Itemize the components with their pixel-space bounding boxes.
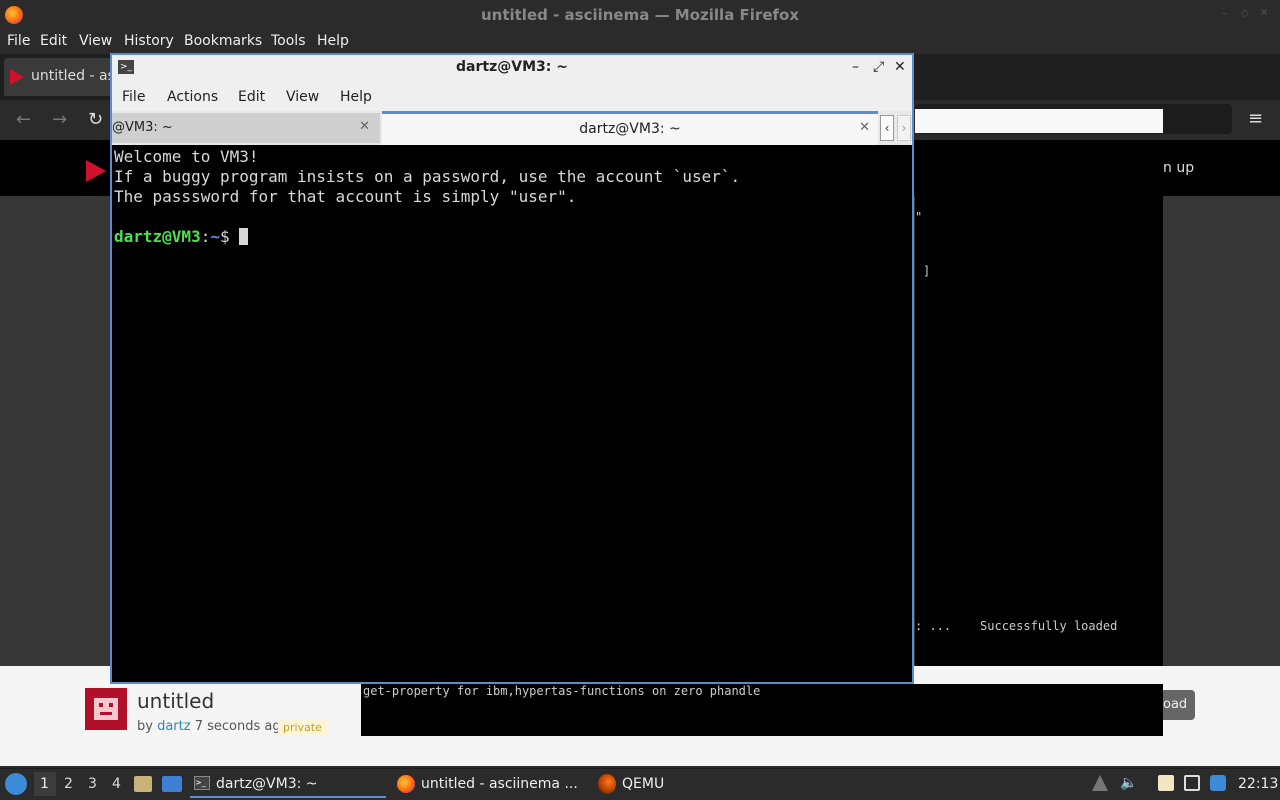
maximize-icon[interactable]: ⤢ xyxy=(873,59,884,75)
menu-history[interactable]: History xyxy=(124,33,174,49)
task-firefox[interactable]: untitled - asciinema ... xyxy=(395,770,585,798)
reload-icon[interactable]: ↻ xyxy=(88,109,103,130)
player-line: ] xyxy=(923,264,931,278)
menu-file[interactable]: File xyxy=(7,33,30,49)
hamburger-menu-icon[interactable]: ≡ xyxy=(1248,108,1263,129)
menu-actions[interactable]: Actions xyxy=(167,89,218,105)
terminal-tab[interactable]: @VM3: ~ ✕ xyxy=(112,113,380,143)
firefox-titlebar: untitled - asciinema — Mozilla Firefox –… xyxy=(0,0,1280,29)
terminal-tab-label: dartz@VM3: ~ xyxy=(579,121,681,137)
menu-file[interactable]: File xyxy=(122,89,145,105)
task-label: dartz@VM3: ~ xyxy=(216,776,318,792)
task-terminal[interactable]: >_ dartz@VM3: ~ xyxy=(190,770,386,798)
maximize-icon[interactable]: ◇ xyxy=(1241,8,1251,19)
task-qemu[interactable]: QEMU xyxy=(596,770,686,798)
menu-help[interactable]: Help xyxy=(340,89,372,105)
close-icon[interactable]: ✕ xyxy=(1260,8,1270,19)
bottom-terminal-preview: get-property for ibm,hypertas-functions … xyxy=(361,684,1163,736)
terminal-output[interactable]: Welcome to VM3! If a buggy program insist… xyxy=(114,147,910,682)
workspace-4[interactable]: 4 xyxy=(112,776,121,792)
asciinema-player[interactable]: " ] : ... Successfully loaded xyxy=(915,196,1163,666)
output-line: Welcome to VM3! xyxy=(114,147,259,166)
menu-view[interactable]: View xyxy=(286,89,319,105)
terminal-window-title: dartz@VM3: ~ xyxy=(456,59,568,75)
firefox-menubar: File Edit View History Bookmarks Tools H… xyxy=(0,29,1280,54)
signup-link[interactable]: n up xyxy=(1163,160,1194,176)
bottom-terminal-line: get-property for ibm,hypertas-functions … xyxy=(363,684,761,698)
back-icon[interactable]: ← xyxy=(16,109,31,130)
firefox-window-title: untitled - asciinema — Mozilla Firefox xyxy=(480,6,800,24)
workspace-2[interactable]: 2 xyxy=(64,776,73,792)
clipboard-icon[interactable] xyxy=(1158,775,1174,791)
show-desktop-icon[interactable] xyxy=(162,776,182,792)
menu-tools[interactable]: Tools xyxy=(271,33,306,49)
forward-icon[interactable]: → xyxy=(52,109,67,130)
prompt-separator: : xyxy=(200,227,211,246)
shell-prompt: dartz@VM3:~$ xyxy=(114,227,910,247)
time-ago: 7 seconds ago xyxy=(194,719,289,734)
notification-icon[interactable] xyxy=(1210,775,1226,791)
tab-close-icon[interactable]: ✕ xyxy=(859,120,870,135)
asciinema-icon xyxy=(10,69,24,85)
minimize-icon[interactable]: – xyxy=(852,59,859,75)
firefox-tab-title: untitled - as xyxy=(31,68,115,84)
tab-close-icon[interactable]: ✕ xyxy=(359,119,370,134)
download-button[interactable]: oad xyxy=(1163,690,1195,720)
prompt-path: ~ xyxy=(210,227,220,246)
firefox-icon xyxy=(397,775,415,793)
terminal-icon: >_ xyxy=(194,776,210,790)
workspace-1[interactable]: 1 xyxy=(40,776,49,792)
player-line: : ... Successfully loaded xyxy=(915,619,1118,633)
prompt-user: dartz@VM3 xyxy=(114,227,201,246)
url-field[interactable] xyxy=(915,109,1163,133)
file-manager-icon[interactable] xyxy=(134,776,152,792)
terminal-menubar: File Actions Edit View Help xyxy=(112,82,912,111)
avatar[interactable] xyxy=(85,688,127,730)
firefox-tab[interactable]: untitled - as xyxy=(4,58,115,96)
qemu-icon xyxy=(598,774,616,794)
terminal-titlebar: >_ dartz@VM3: ~ – ⤢ ✕ xyxy=(112,55,912,82)
prompt-symbol: $ xyxy=(219,227,240,246)
menu-edit[interactable]: Edit xyxy=(40,33,67,49)
recording-byline: by dartz 7 seconds ago xyxy=(137,719,289,734)
output-line: The passsword for that account is simply… xyxy=(114,187,577,206)
terminal-tab-active[interactable]: dartz@VM3: ~ ✕ xyxy=(382,111,878,145)
start-menu-icon[interactable] xyxy=(5,773,27,795)
terminal-tab-label: @VM3: ~ xyxy=(112,120,173,135)
close-icon[interactable]: ✕ xyxy=(894,59,906,75)
text-cursor xyxy=(239,228,249,245)
menu-help[interactable]: Help xyxy=(317,33,349,49)
clock[interactable]: 22:13 xyxy=(1238,776,1278,792)
menu-view[interactable]: View xyxy=(79,33,112,49)
task-label: untitled - asciinema ... xyxy=(421,776,578,792)
output-line: If a buggy program insists on a password… xyxy=(114,167,741,186)
recording-title: untitled xyxy=(137,689,215,713)
minimize-icon[interactable]: – xyxy=(1222,8,1232,19)
by-prefix: by xyxy=(137,719,153,734)
task-label: QEMU xyxy=(622,776,665,792)
workspace-3[interactable]: 3 xyxy=(88,776,97,792)
menu-edit[interactable]: Edit xyxy=(238,89,265,105)
private-badge: private xyxy=(278,719,327,736)
network-icon[interactable] xyxy=(1184,775,1200,791)
terminal-window[interactable]: >_ dartz@VM3: ~ – ⤢ ✕ File Actions Edit … xyxy=(110,53,914,684)
volume-icon[interactable]: 🔈 xyxy=(1120,775,1137,791)
avatar-face-icon xyxy=(94,698,118,720)
player-line: " xyxy=(915,210,923,224)
author-link[interactable]: dartz xyxy=(157,719,190,734)
chevron-left-icon[interactable]: ‹ xyxy=(880,115,894,141)
asciinema-logo-icon[interactable] xyxy=(86,160,106,182)
chevron-right-icon[interactable]: › xyxy=(897,115,911,141)
menu-bookmarks[interactable]: Bookmarks xyxy=(184,33,262,49)
